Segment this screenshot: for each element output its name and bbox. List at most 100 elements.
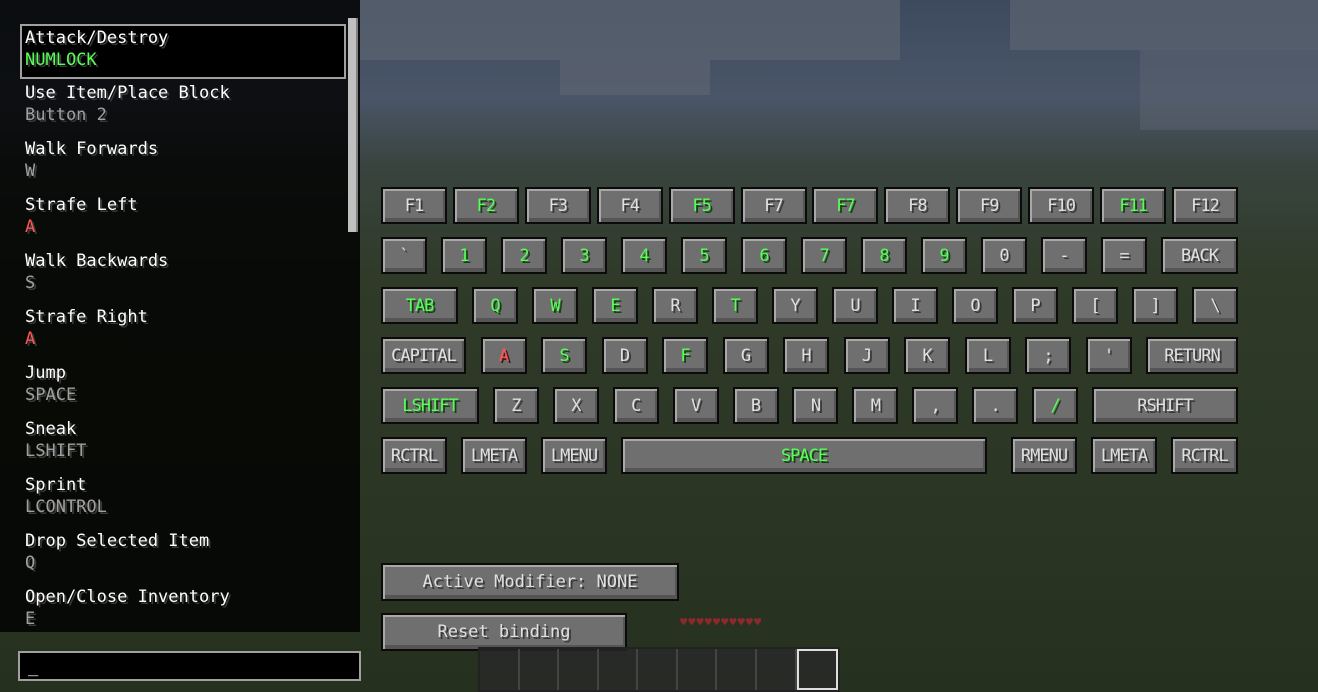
key-button[interactable]: = [1101, 237, 1147, 274]
key-button[interactable]: SPACE [621, 437, 987, 474]
key-button[interactable]: RMENU [1011, 437, 1077, 474]
key-button[interactable]: Q [472, 287, 518, 324]
keyboard-row: CAPITAL A S D F G H J K L; ' RETURN [381, 337, 1238, 374]
key-button[interactable]: 9 [921, 237, 967, 274]
binding-item[interactable]: Attack/Destroy NUMLOCK [20, 24, 346, 79]
key-button[interactable]: LMENU [541, 437, 607, 474]
key-button[interactable]: A [480, 337, 527, 374]
key-button[interactable]: / [1032, 387, 1079, 424]
key-button[interactable]: F3 [524, 187, 591, 224]
key-button[interactable]: L [964, 337, 1011, 374]
binding-key: A [25, 329, 36, 349]
key-button[interactable]: RCTRL [381, 437, 447, 474]
binding-item[interactable]: Drop Selected Item Q [20, 528, 346, 583]
key-button[interactable]: \ [1192, 287, 1238, 324]
key-button[interactable]: 0 [981, 237, 1027, 274]
key-button[interactable]: D [601, 337, 648, 374]
key-button[interactable]: 1 [441, 237, 487, 274]
key-button[interactable]: T [712, 287, 758, 324]
binding-item[interactable]: Use Item/Place Block Button 2 [20, 80, 346, 135]
key-button[interactable]: CAPITAL [381, 337, 466, 374]
key-button[interactable]: F1 [381, 187, 447, 224]
key-button[interactable]: ] [1132, 287, 1178, 324]
key-button[interactable]: E [592, 287, 638, 324]
key-button[interactable]: J [843, 337, 890, 374]
key-button[interactable]: W [532, 287, 578, 324]
key-button[interactable]: Z [492, 387, 539, 424]
binding-item[interactable]: Strafe Right A [20, 304, 346, 359]
binding-action: Open/Close Inventory [25, 587, 230, 607]
key-button[interactable]: F [662, 337, 708, 374]
binding-item[interactable]: Strafe Left A [20, 192, 346, 247]
binding-item[interactable]: Walk Forwards W [20, 136, 346, 191]
key-button[interactable]: B [732, 387, 779, 424]
key-button[interactable]: 6 [741, 237, 787, 274]
keyboard-row: LSHIFT Z X C V B N M,. / RSHIFT [381, 387, 1238, 424]
key-button[interactable]: TAB [381, 287, 458, 324]
reset-binding-button[interactable]: Reset binding [381, 613, 627, 651]
binding-action: Drop Selected Item [25, 531, 210, 551]
key-button[interactable]: H [783, 337, 829, 374]
key-button[interactable]: RCTRL [1171, 437, 1238, 474]
key-button[interactable]: 7 [801, 237, 847, 274]
key-button[interactable]: U [832, 287, 878, 324]
key-button[interactable]: LSHIFT [381, 387, 479, 424]
key-button[interactable]: LMETA [1091, 437, 1157, 474]
key-button[interactable]: Y [772, 287, 818, 324]
binding-item[interactable]: Sprint LCONTROL [20, 472, 346, 527]
key-button[interactable]: F5 [668, 187, 735, 224]
key-button[interactable]: 8 [861, 237, 907, 274]
key-button[interactable]: ; [1025, 337, 1071, 374]
key-button[interactable]: I [892, 287, 938, 324]
key-button[interactable]: K [904, 337, 950, 374]
key-button[interactable]: R [652, 287, 698, 324]
key-button[interactable]: BACK [1161, 237, 1238, 274]
key-button[interactable]: , [912, 387, 959, 424]
key-button[interactable]: X [552, 387, 599, 424]
key-button[interactable]: RSHIFT [1091, 387, 1238, 424]
binding-key: Button 2 [25, 105, 107, 125]
key-button[interactable]: V [672, 387, 719, 424]
key-button[interactable]: F11 [1100, 187, 1167, 224]
active-modifier-button[interactable]: Active Modifier: NONE [381, 563, 679, 601]
key-button[interactable]: C [612, 387, 659, 424]
keybinding-list[interactable]: Attack/Destroy NUMLOCK Use Item/Place Bloc… [0, 0, 360, 632]
key-button[interactable]: F10 [1028, 187, 1095, 224]
key-button[interactable]: ` [381, 237, 427, 274]
key-button[interactable]: 2 [501, 237, 547, 274]
binding-item[interactable]: Sneak LSHIFT [20, 416, 346, 471]
key-button[interactable]: F7 [740, 187, 807, 224]
key-button[interactable]: F2 [452, 187, 519, 224]
key-button[interactable]: [ [1072, 287, 1118, 324]
binding-action: Sprint [25, 475, 87, 495]
search-input[interactable]: _ [18, 651, 361, 681]
key-button[interactable]: 3 [561, 237, 607, 274]
key-button[interactable]: LMETA [461, 437, 527, 474]
key-button[interactable]: F7 [812, 187, 879, 224]
keyboard-row: F1 F2 F3 F4 F5 F7 F7 F8 F9 F10 F11 F12 [381, 187, 1238, 224]
key-button[interactable]: O [952, 287, 998, 324]
key-button[interactable]: F9 [956, 187, 1023, 224]
key-button[interactable]: G [722, 337, 769, 374]
binding-action: Sneak [25, 419, 77, 439]
list-scrollbar[interactable] [348, 18, 358, 232]
key-button[interactable]: M [852, 387, 899, 424]
binding-item[interactable]: Open/Close Inventory E [20, 584, 346, 639]
binding-item[interactable]: Walk Backwards S [20, 248, 346, 303]
key-button[interactable]: S [541, 337, 587, 374]
binding-key: LSHIFT [25, 441, 87, 461]
key-button[interactable]: F4 [596, 187, 663, 224]
key-button[interactable]: 4 [621, 237, 667, 274]
binding-key: NUMLOCK [25, 50, 97, 70]
binding-item[interactable]: Jump SPACE [20, 360, 346, 415]
key-button[interactable]: N [792, 387, 839, 424]
key-button[interactable]: F12 [1171, 187, 1238, 224]
key-button[interactable]: 5 [681, 237, 727, 274]
key-button[interactable]: . [972, 387, 1019, 424]
key-button[interactable]: - [1041, 237, 1087, 274]
key-button[interactable]: F8 [884, 187, 951, 224]
binding-action: Attack/Destroy [25, 28, 169, 48]
key-button[interactable]: RETURN [1146, 337, 1238, 374]
key-button[interactable]: P [1012, 287, 1058, 324]
key-button[interactable]: ' [1085, 337, 1132, 374]
